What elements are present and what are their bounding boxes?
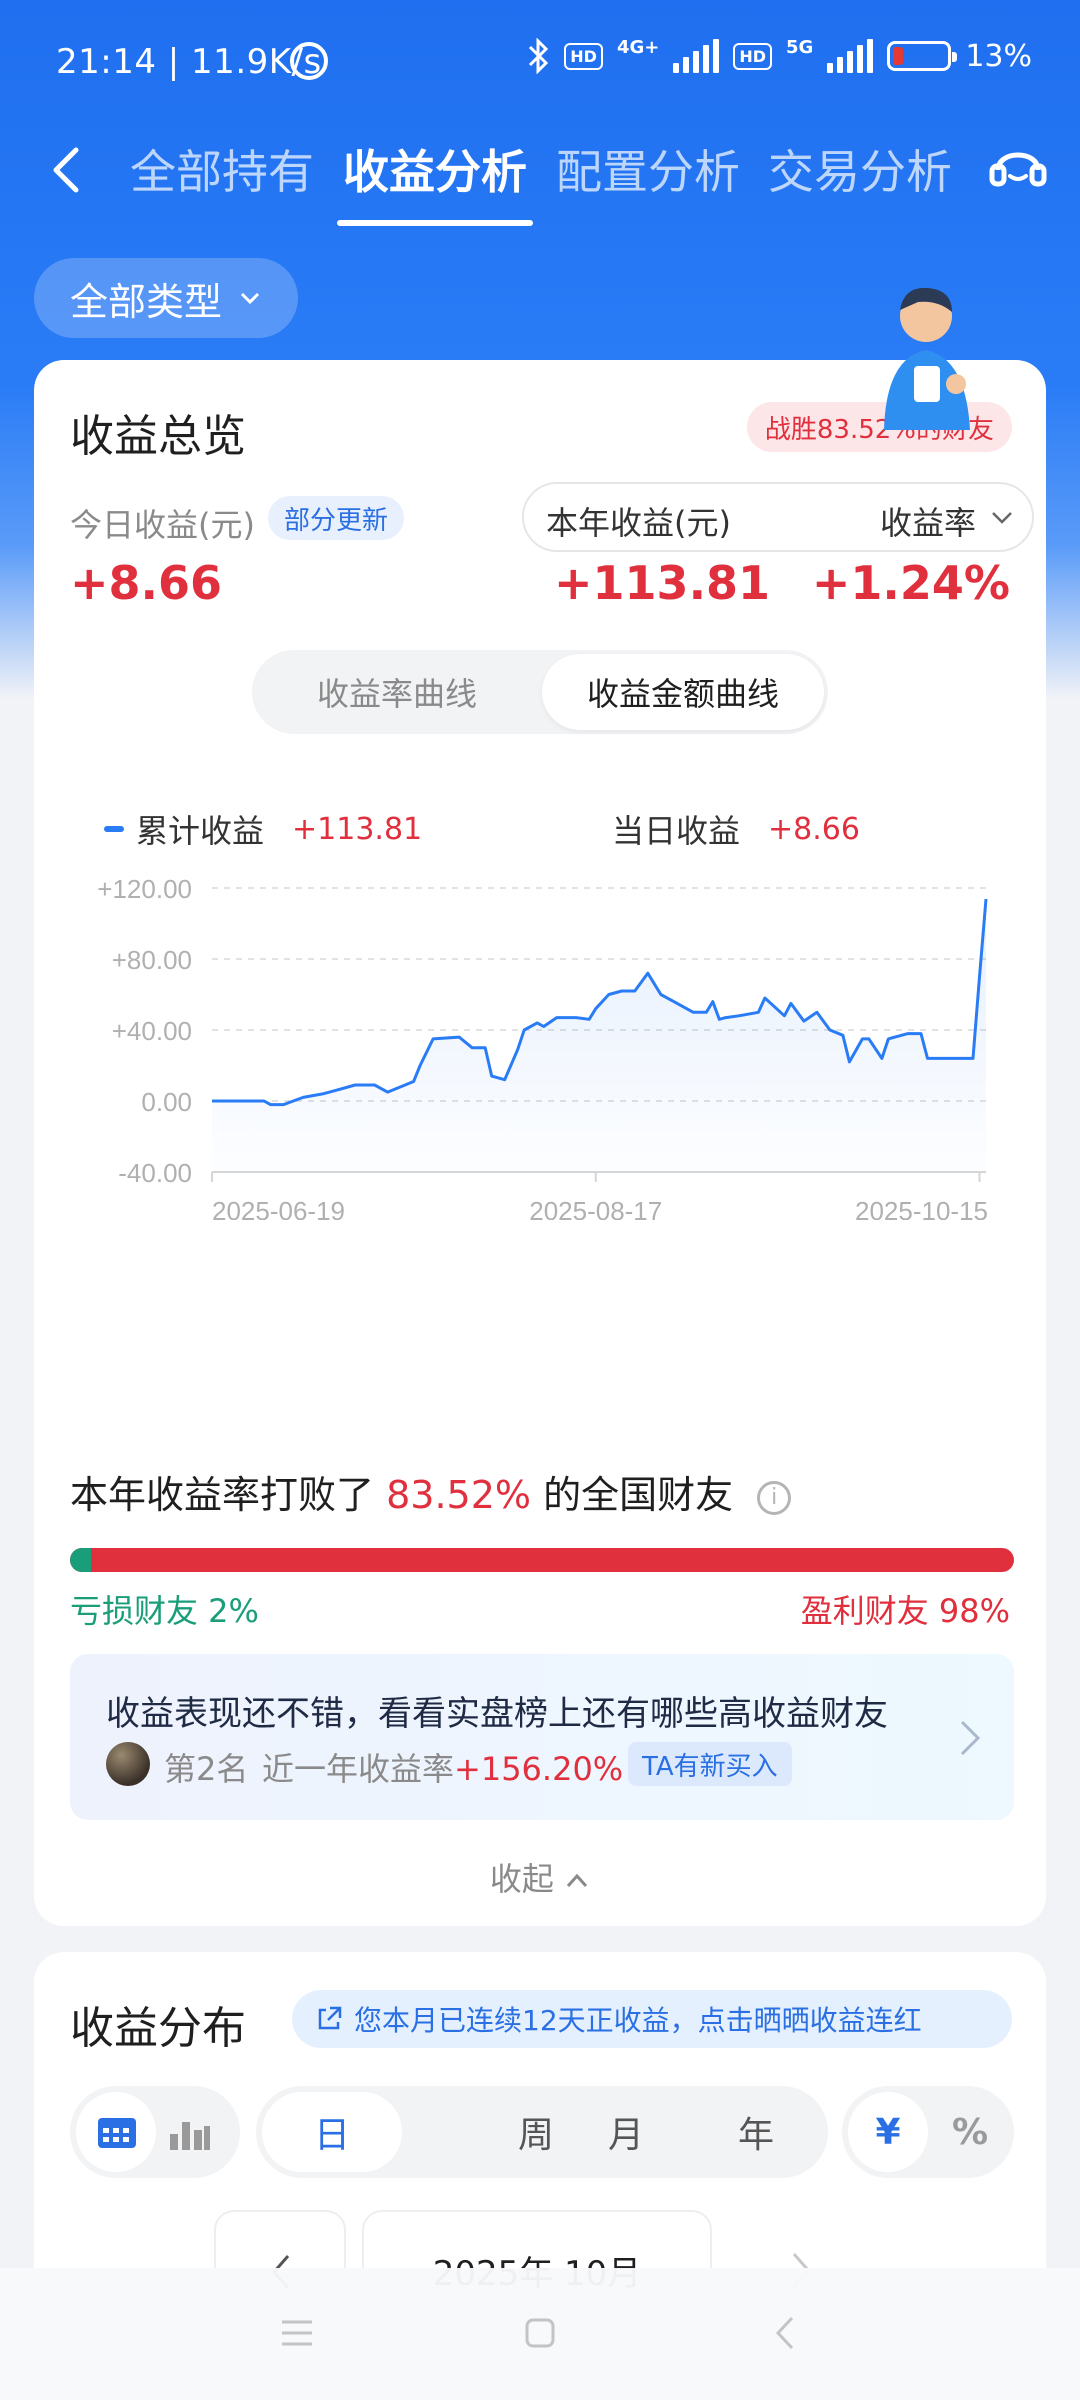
customer-service-icon[interactable] [986,134,1050,198]
legend-daily: 当日收益 +8.66 [612,806,860,852]
y-tick-label: +120.00 [97,874,192,904]
bar-chart-icon[interactable] [166,2112,212,2152]
legend-swatch [104,826,124,832]
streak-banner[interactable]: 您本月已连续12天正收益，点击晒晒收益连红 [292,1990,1012,2048]
system-navigation-bar [0,2268,1080,2400]
bluetooth-icon [529,38,549,74]
legend-cumulative: 累计收益 +113.81 [104,806,422,852]
hd-badge: HD [564,42,603,70]
period-day[interactable]: 日 [262,2092,402,2172]
legend-cumulative-value: +113.81 [292,811,423,847]
period-toggle: 日 周 月 年 [256,2086,828,2178]
alarm-icon [290,42,328,80]
signal-icon-2 [827,39,874,73]
curve-toggle: 收益率曲线 收益金额曲线 [252,650,828,734]
avatar [106,1742,150,1786]
status-bar: 21:14 | 11.9K/s HD 4G+ HD 5G 13% [0,0,1080,120]
back-arrow-icon[interactable] [40,140,100,200]
home-icon[interactable] [515,2308,565,2358]
menu-icon[interactable] [272,2308,322,2358]
beat-suffix: 的全国财友 [543,1473,734,1517]
signal-icon [673,39,720,73]
loss-fill [70,1548,91,1572]
calendar-icon [98,2118,136,2148]
period-month[interactable]: 月 [556,2086,696,2178]
x-tick-label: 2025-10-15 [855,1196,988,1220]
new-buy-tag: TA有新买入 [628,1742,792,1786]
amount-curve-option[interactable]: 收益金额曲线 [542,654,824,730]
top-nav: 全部持有 收益分析 配置分析 交易分析 [0,120,1080,230]
beat-prefix: 本年收益率打败了 [70,1473,375,1517]
network-5g-label: 5G [786,37,814,58]
legend-cumulative-label: 累计收益 [136,812,265,850]
tab-profit-analysis[interactable]: 收益分析 [343,136,527,202]
type-filter-button[interactable]: 全部类型 [34,258,298,338]
collapse-label: 收起 [489,1860,554,1898]
unit-toggle: ¥ % [842,2086,1014,2178]
tab-all-holdings[interactable]: 全部持有 [130,136,314,202]
period-year[interactable]: 年 [686,2086,826,2178]
legend-daily-label: 当日收益 [612,812,741,850]
hd-badge-2: HD [733,42,772,70]
promo-year-value: +156.20% [454,1750,624,1788]
chevron-right-icon [960,1720,981,1756]
info-icon[interactable]: i [757,1480,792,1515]
overview-title: 收益总览 [70,411,246,462]
chevron-up-icon [566,1873,588,1888]
view-mode-toggle [70,2086,240,2178]
series-area [212,899,986,1172]
loss-label: 亏损财友 2% [70,1592,259,1630]
beat-percent: 83.52% [386,1473,532,1517]
y-tick-label: +80.00 [112,945,192,975]
chevron-down-icon [240,292,260,305]
partial-update-tag: 部分更新 [268,496,405,540]
type-filter-label: 全部类型 [69,279,222,324]
x-tick-label: 2025-06-19 [212,1196,345,1220]
profit-chart[interactable]: +120.00 +80.00 +40.00 0.00 -40.00 2025-06-19 2… [34,860,1046,1220]
profit-ratio-bar [70,1548,1014,1572]
y-tick-label: 0.00 [141,1087,192,1117]
year-profit-value: +113.81 [554,556,771,610]
active-tab-indicator [337,220,533,226]
promo-year-prefix: 近一年收益率 [262,1750,455,1788]
calendar-view-button[interactable] [76,2092,156,2172]
unit-amount[interactable]: ¥ [848,2092,928,2172]
today-profit-value: +8.66 [70,556,223,610]
profit-label: 盈利财友 98% [800,1592,1010,1630]
promo-rank: 第2名 [164,1750,249,1788]
profit-rate-label: 收益率 [879,504,976,542]
back-icon[interactable] [760,2308,810,2358]
tab-trade-analysis[interactable]: 交易分析 [768,136,952,202]
unit-percent[interactable]: % [930,2086,1010,2178]
status-icons: HD 4G+ HD 5G 13% [526,38,1032,74]
tab-allocation-analysis[interactable]: 配置分析 [556,136,740,202]
beat-statement: 本年收益率打败了 83.52% 的全国财友 i [70,1464,792,1519]
year-profit-selector[interactable]: 本年收益(元) 收益率 [522,482,1034,552]
share-icon [318,2006,342,2030]
collapse-button[interactable]: 收起 [34,1854,1046,1900]
network-4g-label: 4G+ [616,37,660,58]
promo-text: 收益表现还不错，看看实盘榜上还有哪些高收益财友 [106,1694,888,1734]
y-tick-label: +40.00 [112,1016,192,1046]
battery-percent: 13% [965,38,1032,74]
promo-year-return: 近一年收益率+156.20% [262,1744,623,1790]
today-profit-label: 今日收益(元) [70,506,255,544]
chevron-down-icon [992,512,1012,524]
y-tick-label: -40.00 [118,1158,192,1188]
profit-overview-card: 收益总览 战胜83.52%的财友 今日收益(元) 部分更新 +8.66 本年收益… [34,360,1046,1926]
legend-daily-value: +8.66 [768,811,860,847]
battery-icon [887,41,958,71]
leaderboard-promo[interactable]: 收益表现还不错，看看实盘榜上还有哪些高收益财友 第2名 近一年收益率+156.2… [70,1654,1014,1820]
status-time: 21:14 | 11.9K/s [56,42,322,82]
rate-curve-option[interactable]: 收益率曲线 [252,650,542,734]
x-tick-label: 2025-08-17 [529,1196,662,1220]
year-profit-label: 本年收益(元) [546,504,731,542]
streak-text: 您本月已连续12天正收益，点击晒晒收益连红 [354,2004,922,2037]
mascot-illustration [884,287,970,430]
profit-rate-value: +1.24% [811,556,1010,610]
distribution-title: 收益分布 [70,2003,246,2054]
